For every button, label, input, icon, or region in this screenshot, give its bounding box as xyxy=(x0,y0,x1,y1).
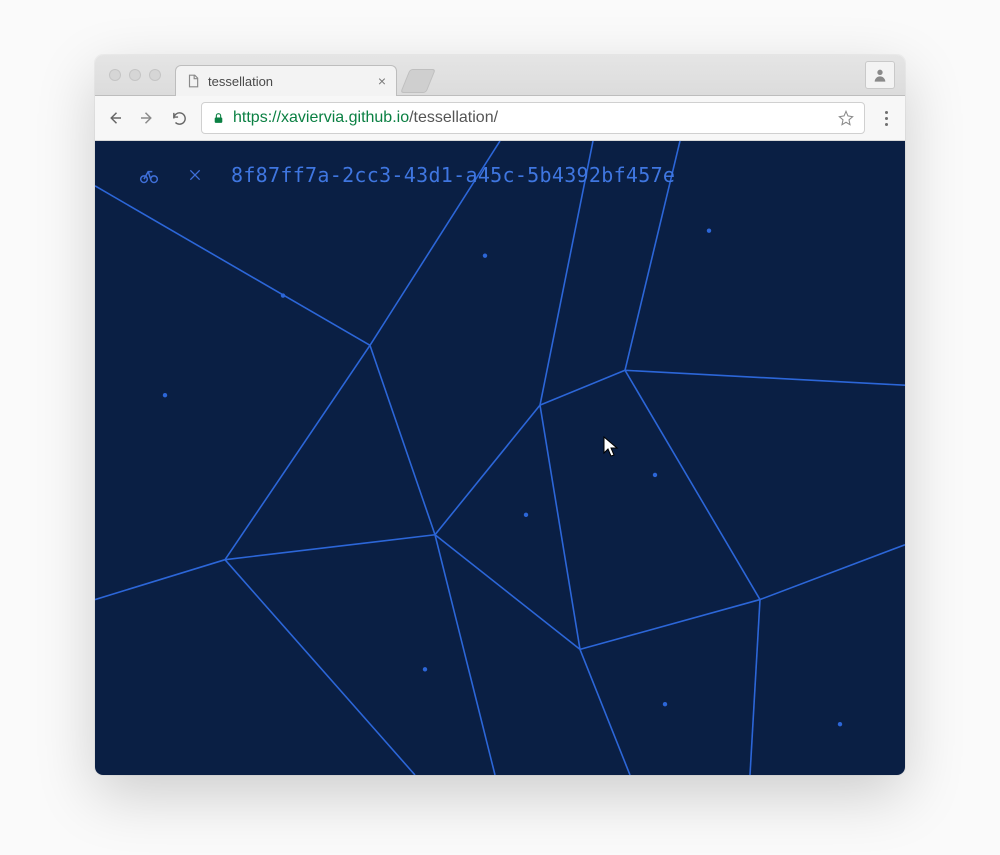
reload-button[interactable] xyxy=(169,108,189,128)
page-content[interactable]: 8f87ff7a-2cc3-43d1-a45c-5b4392bf457e xyxy=(95,141,905,775)
voronoi-seed xyxy=(163,393,167,397)
tab-strip: tessellation × xyxy=(95,55,905,96)
dot-icon xyxy=(885,117,888,120)
lock-icon xyxy=(212,111,225,125)
address-bar[interactable]: https://xaviervia.github.io/tessellation… xyxy=(201,102,865,134)
voronoi-seed xyxy=(653,473,657,477)
url-text: https://xaviervia.github.io/tessellation… xyxy=(233,109,830,127)
url-scheme: https:// xyxy=(233,109,281,127)
voronoi-edge xyxy=(580,600,760,650)
voronoi-edge xyxy=(225,345,370,559)
voronoi-seed xyxy=(707,229,711,233)
voronoi-edge xyxy=(435,535,495,775)
profile-icon xyxy=(872,67,888,83)
voronoi-edge xyxy=(760,545,905,600)
close-icon[interactable] xyxy=(185,165,205,185)
bookmark-star-icon[interactable] xyxy=(838,110,854,126)
file-icon xyxy=(186,74,200,88)
traffic-lights xyxy=(103,55,175,95)
dot-icon xyxy=(885,123,888,126)
voronoi-edge xyxy=(370,345,435,534)
back-button[interactable] xyxy=(105,108,125,128)
tab-title: tessellation xyxy=(208,74,273,89)
forward-button[interactable] xyxy=(137,108,157,128)
traffic-zoom-icon[interactable] xyxy=(149,69,161,81)
dot-icon xyxy=(885,111,888,114)
voronoi-edge xyxy=(625,370,760,599)
voronoi-edge xyxy=(540,405,580,649)
voronoi-edge xyxy=(540,370,625,405)
reload-icon xyxy=(171,110,188,127)
voronoi-edge xyxy=(95,186,370,345)
voronoi-seed xyxy=(524,513,528,517)
voronoi-edge xyxy=(435,535,580,650)
browser-tab[interactable]: tessellation × xyxy=(175,65,397,96)
url-host: xaviervia.github.io xyxy=(281,109,409,127)
voronoi-edge xyxy=(225,560,415,775)
voronoi-seed xyxy=(663,702,667,706)
bike-icon[interactable] xyxy=(139,165,159,185)
url-path: /tessellation/ xyxy=(409,109,498,127)
voronoi-seed xyxy=(838,722,842,726)
traffic-minimize-icon[interactable] xyxy=(129,69,141,81)
traffic-close-icon[interactable] xyxy=(109,69,121,81)
arrow-left-icon xyxy=(106,109,124,127)
voronoi-edge xyxy=(225,535,435,560)
arrow-right-icon xyxy=(138,109,156,127)
new-tab-button[interactable] xyxy=(400,69,436,93)
tab-close-button[interactable]: × xyxy=(378,74,386,88)
voronoi-edge xyxy=(95,560,225,600)
voronoi-edge xyxy=(580,649,630,775)
browser-menu-button[interactable] xyxy=(877,111,895,126)
uuid-text: 8f87ff7a-2cc3-43d1-a45c-5b4392bf457e xyxy=(231,163,675,187)
app-overlay: 8f87ff7a-2cc3-43d1-a45c-5b4392bf457e xyxy=(139,163,675,187)
profile-button[interactable] xyxy=(865,61,895,89)
browser-window: tessellation × xyxy=(95,55,905,775)
voronoi-edge xyxy=(625,370,905,385)
cursor-icon xyxy=(603,436,619,458)
voronoi-seed xyxy=(483,253,487,257)
voronoi-seed xyxy=(281,293,285,297)
voronoi-canvas[interactable] xyxy=(95,141,905,775)
voronoi-seed xyxy=(423,667,427,671)
voronoi-edge xyxy=(750,600,760,775)
browser-toolbar: https://xaviervia.github.io/tessellation… xyxy=(95,96,905,141)
